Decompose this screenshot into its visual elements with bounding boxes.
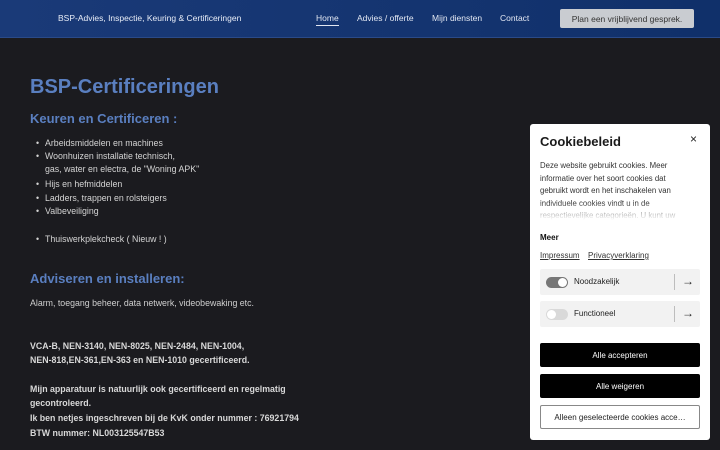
site-header: BSP-Advies, Inspectie, Keuring & Certifi… xyxy=(0,0,720,38)
list-item: Thuiswerkplekcheck ( Nieuw ! ) xyxy=(36,234,167,244)
list-item: Woonhuizen installatie technisch, xyxy=(36,151,175,161)
info-text: Mijn apparatuur is natuurlijk ook gecert… xyxy=(30,384,286,394)
text-fade xyxy=(540,202,685,220)
btw-text: BTW nummer: NL003125547B53 xyxy=(30,428,165,438)
list-item: Ladders, trappen en rolsteigers xyxy=(36,193,167,203)
divider xyxy=(674,306,675,322)
noodzakelijk-toggle[interactable] xyxy=(546,277,568,288)
certs-text: NEN-818,EN-361,EN-363 en NEN-1010 gecert… xyxy=(30,355,250,365)
arrow-right-icon[interactable]: → xyxy=(682,306,694,320)
plan-gesprek-button[interactable]: Plan een vrijblijvend gesprek. xyxy=(560,9,694,28)
section-heading-keuren: Keuren en Certificeren : xyxy=(30,111,178,126)
reject-all-button[interactable]: Alle weigeren xyxy=(540,374,700,398)
cookie-title: Cookiebeleid xyxy=(540,134,621,149)
list-item: Valbeveiliging xyxy=(36,206,99,216)
list-item-continued: gas, water en electra, de "Woning APK" xyxy=(45,164,200,174)
cookie-dialog: Cookiebeleid × Deze website gebruikt coo… xyxy=(530,124,710,440)
section-text: Alarm, toegang beheer, data netwerk, vid… xyxy=(30,298,254,308)
info-text: gecontroleerd. xyxy=(30,398,92,408)
site-brand[interactable]: BSP-Advies, Inspectie, Keuring & Certifi… xyxy=(58,13,241,23)
category-label: Noodzakelijk xyxy=(574,277,620,286)
impressum-link[interactable]: Impressum xyxy=(540,251,580,260)
accept-all-button[interactable]: Alle accepteren xyxy=(540,343,700,367)
category-label: Functioneel xyxy=(574,309,616,318)
cookie-category-functioneel: Functioneel → xyxy=(540,301,700,327)
privacy-link[interactable]: Privacyverklaring xyxy=(588,251,649,260)
more-button[interactable]: Meer xyxy=(540,233,559,242)
page-title: BSP-Certificeringen xyxy=(30,76,219,98)
accept-selected-button[interactable]: Alleen geselecteerde cookies acce… xyxy=(540,405,700,429)
close-icon[interactable]: × xyxy=(690,132,697,146)
functioneel-toggle[interactable] xyxy=(546,309,568,320)
nav-mijn-diensten[interactable]: Mijn diensten xyxy=(432,13,482,23)
nav-contact[interactable]: Contact xyxy=(500,13,529,23)
certs-text: VCA-B, NEN-3140, NEN-8025, NEN-2484, NEN… xyxy=(30,341,245,351)
nav-advies-offerte[interactable]: Advies / offerte xyxy=(357,13,414,23)
cookie-category-noodzakelijk: Noodzakelijk → xyxy=(540,269,700,295)
arrow-right-icon[interactable]: → xyxy=(682,274,694,288)
kvk-text: Ik ben netjes ingeschreven bij de KvK on… xyxy=(30,413,299,423)
section-heading-adviseren: Adviseren en installeren: xyxy=(30,271,185,286)
list-item: Hijs en hefmiddelen xyxy=(36,179,122,189)
list-item: Arbeidsmiddelen en machines xyxy=(36,138,163,148)
divider xyxy=(674,274,675,290)
nav-home[interactable]: Home xyxy=(316,13,339,26)
